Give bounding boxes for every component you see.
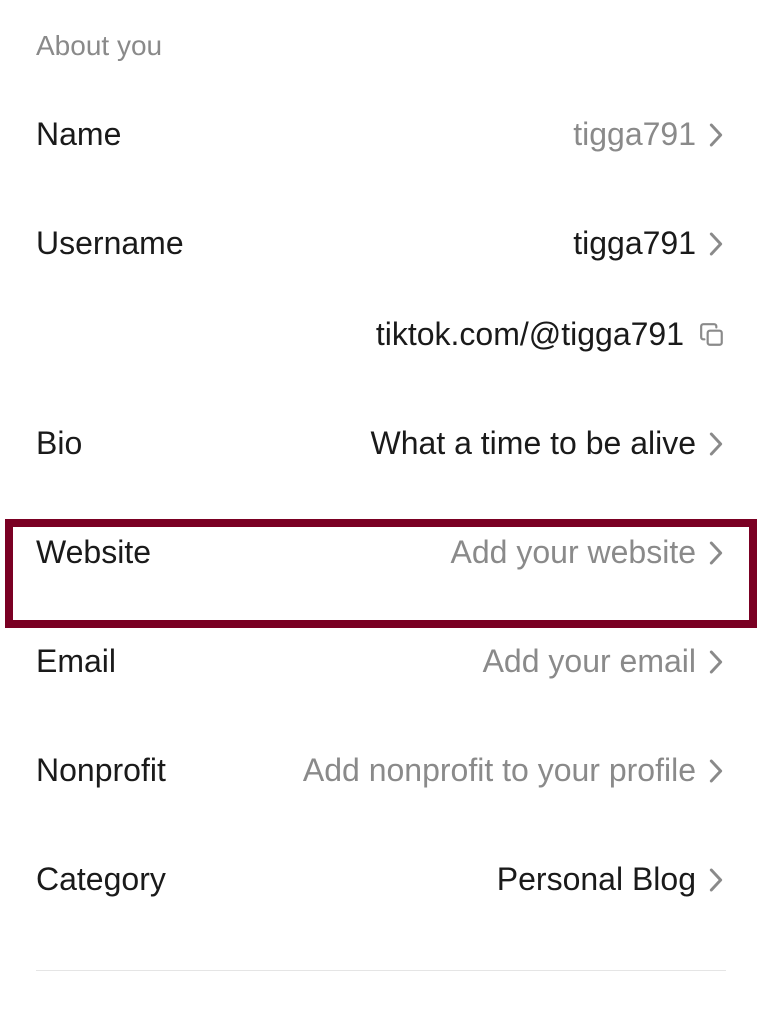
category-label: Category <box>36 861 166 898</box>
nonprofit-label: Nonprofit <box>36 752 166 789</box>
profile-url-text: tiktok.com/@tigga791 <box>376 316 684 353</box>
section-header: About you <box>0 0 762 80</box>
email-value-wrap: Add your email <box>483 643 726 680</box>
bio-value: What a time to be alive <box>371 425 696 462</box>
nonprofit-placeholder: Add nonprofit to your profile <box>303 752 696 789</box>
website-label: Website <box>36 534 151 571</box>
chevron-right-icon <box>706 230 726 258</box>
category-value: Personal Blog <box>497 861 696 898</box>
bio-value-wrap: What a time to be alive <box>371 425 726 462</box>
username-value-wrap: tigga791 <box>573 225 726 262</box>
chevron-right-icon <box>706 866 726 894</box>
category-value-wrap: Personal Blog <box>497 861 726 898</box>
name-label: Name <box>36 116 121 153</box>
chevron-right-icon <box>706 757 726 785</box>
row-username[interactable]: Username tigga791 <box>0 189 762 298</box>
chevron-right-icon <box>706 121 726 149</box>
chevron-right-icon <box>706 430 726 458</box>
row-website[interactable]: Website Add your website <box>0 498 762 607</box>
row-bio[interactable]: Bio What a time to be alive <box>0 389 762 498</box>
row-name[interactable]: Name tigga791 <box>0 80 762 189</box>
bio-label: Bio <box>36 425 82 462</box>
name-value-wrap: tigga791 <box>573 116 726 153</box>
chevron-right-icon <box>706 648 726 676</box>
copy-icon[interactable] <box>698 321 726 349</box>
website-value-wrap: Add your website <box>451 534 726 571</box>
row-profile-url[interactable]: tiktok.com/@tigga791 <box>0 298 762 389</box>
website-placeholder: Add your website <box>451 534 696 571</box>
email-label: Email <box>36 643 116 680</box>
username-value: tigga791 <box>573 225 696 262</box>
divider <box>36 970 726 971</box>
username-label: Username <box>36 225 184 262</box>
name-value: tigga791 <box>573 116 696 153</box>
email-placeholder: Add your email <box>483 643 696 680</box>
row-nonprofit[interactable]: Nonprofit Add nonprofit to your profile <box>0 716 762 825</box>
nonprofit-value-wrap: Add nonprofit to your profile <box>303 752 726 789</box>
chevron-right-icon <box>706 539 726 567</box>
row-email[interactable]: Email Add your email <box>0 607 762 716</box>
row-category[interactable]: Category Personal Blog <box>0 825 762 934</box>
